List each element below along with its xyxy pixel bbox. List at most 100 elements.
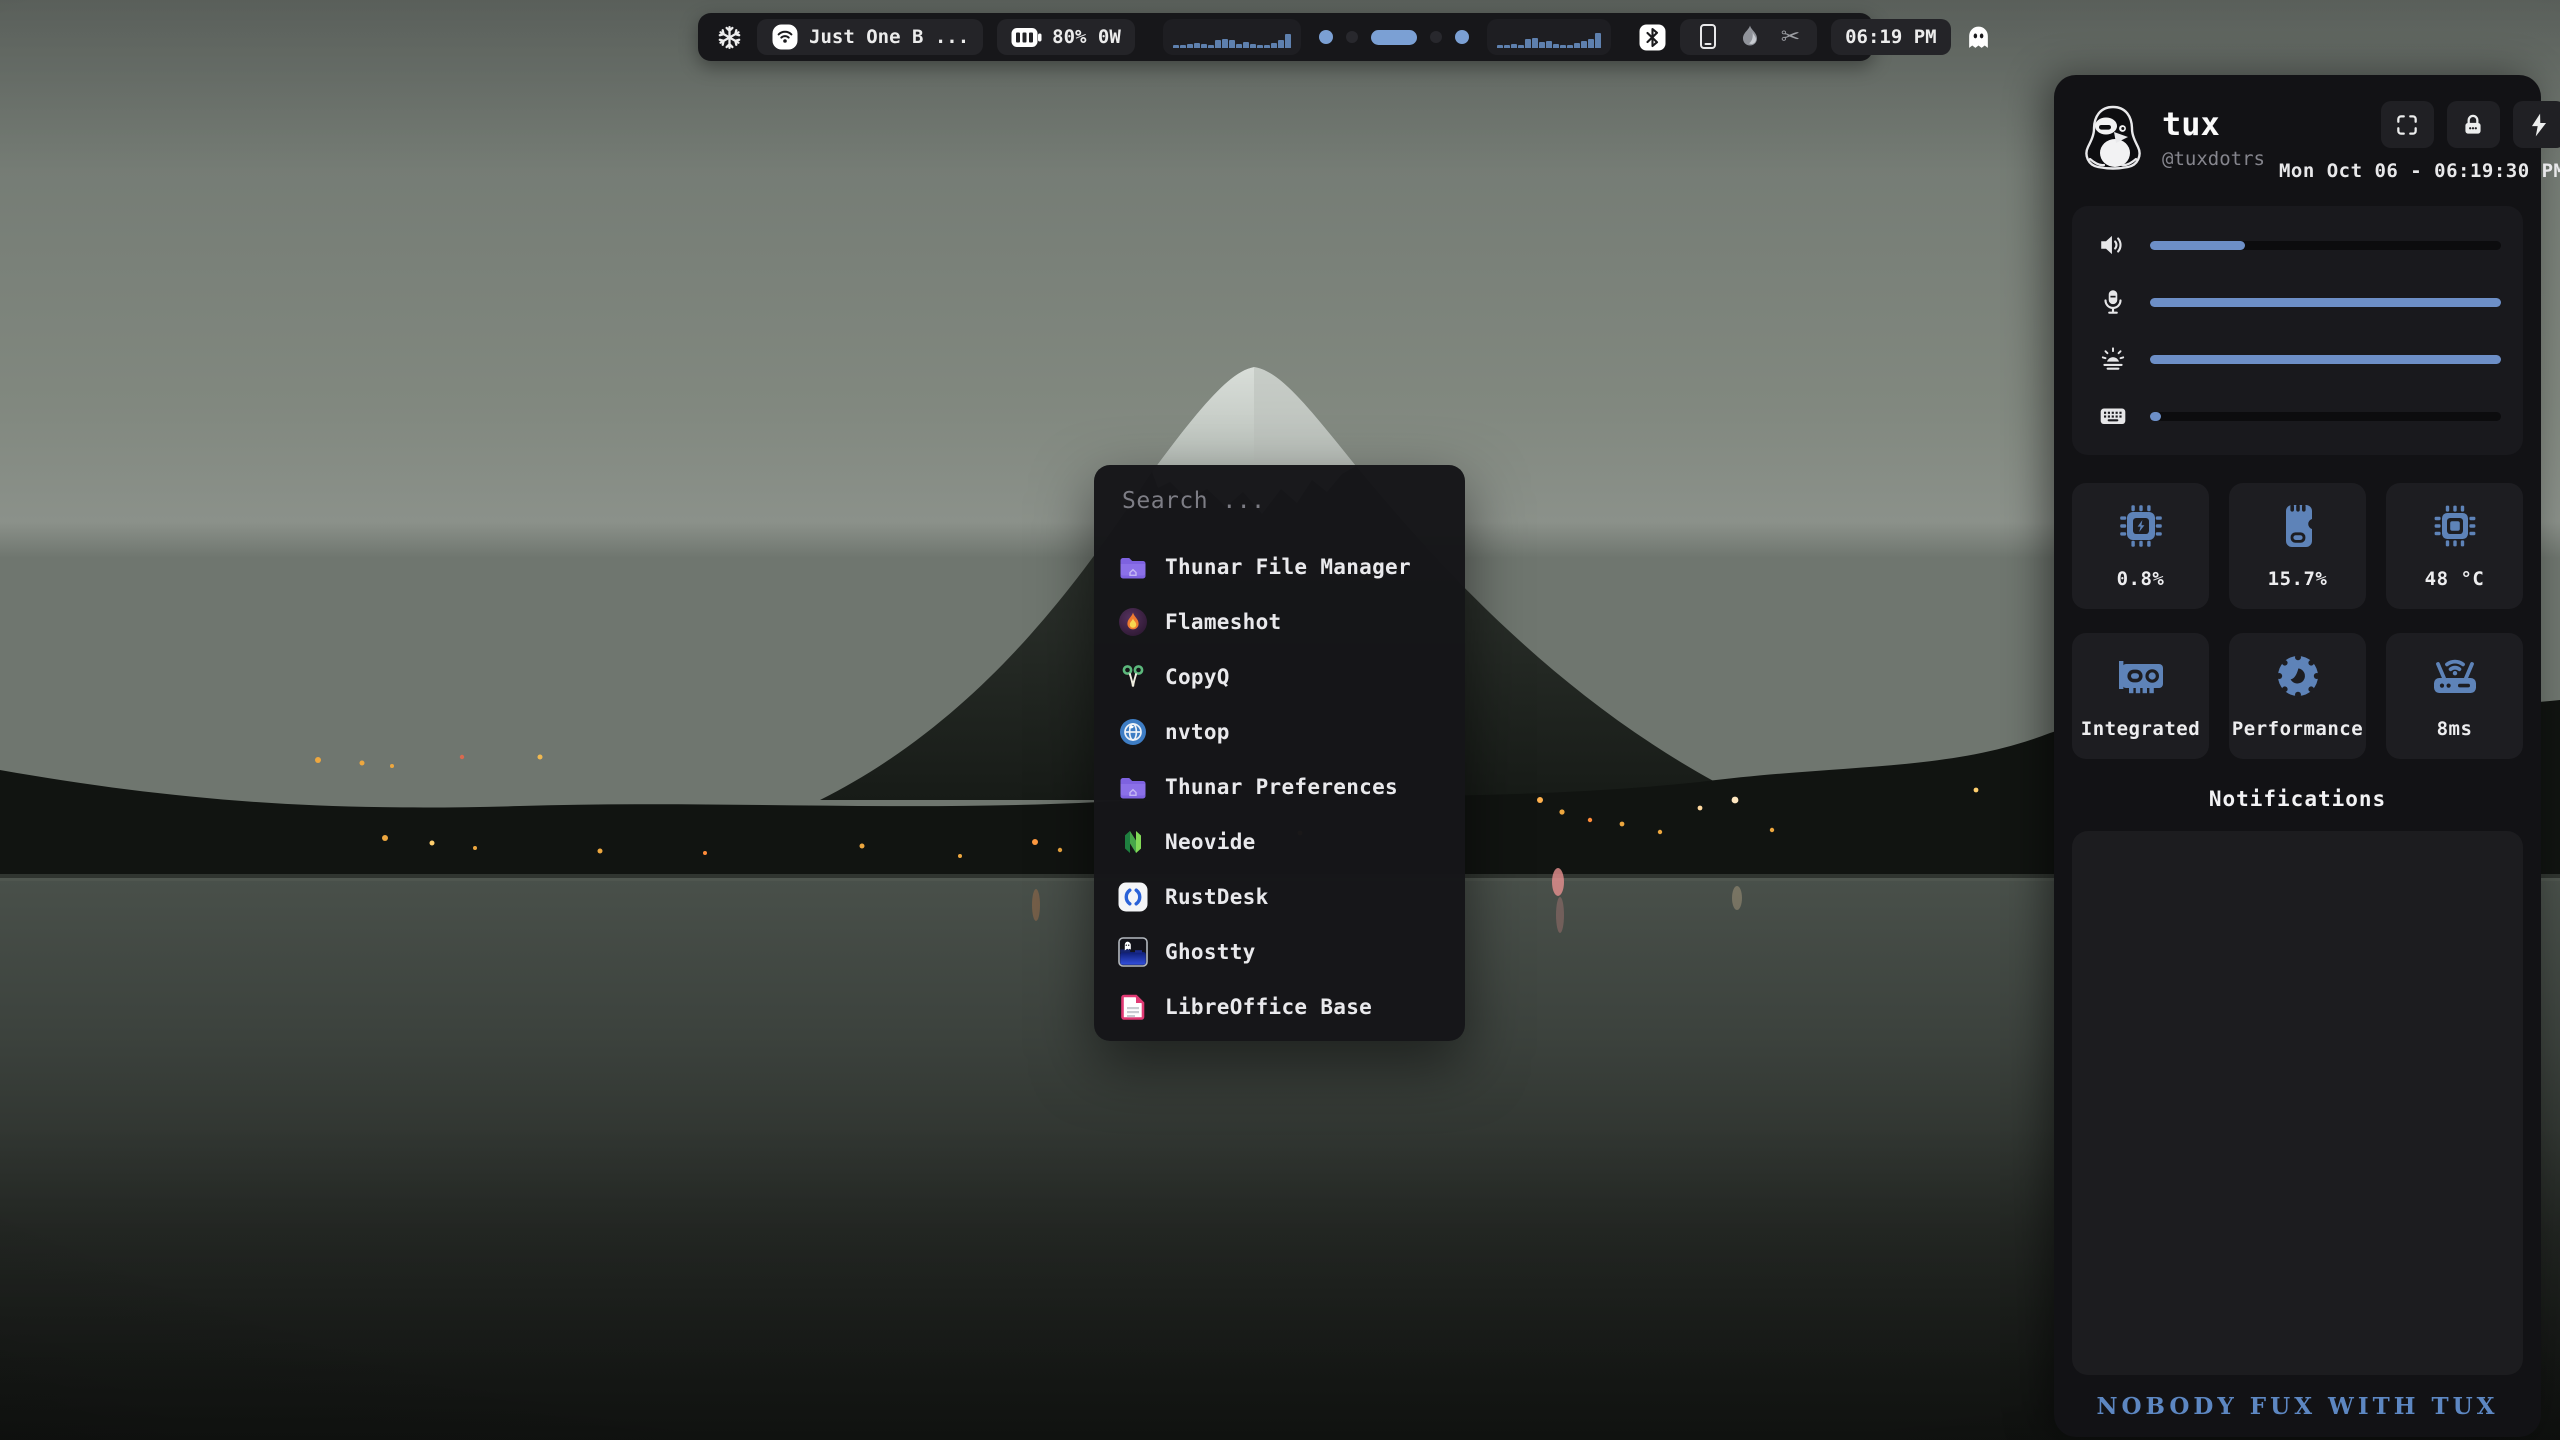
app-label: CopyQ [1165,665,1230,689]
keyboard-icon [2094,401,2132,431]
lock-button[interactable] [2447,101,2500,148]
app-item-thunar-preferences[interactable]: Thunar Preferences [1118,759,1441,814]
gpu-mode-tile[interactable]: Integrated [2072,633,2209,759]
footer-motto: NOBODY FUX WITH TUX [2096,1393,2498,1420]
visualizer-bar [1236,44,1242,48]
visualizer-bar [1264,45,1270,48]
app-item-thunar-file-manager[interactable]: Thunar File Manager [1118,539,1441,594]
sliders-panel [2072,206,2523,455]
visualizer-bar [1285,34,1291,48]
app-item-libreoffice-base[interactable]: LibreOffice Base [1118,979,1441,1034]
ghostty-icon [1118,937,1148,967]
brightness-slider[interactable] [2150,355,2501,364]
power-profile-tile[interactable]: Performance [2229,633,2366,759]
battery-widget[interactable]: 80% 0W [997,19,1135,55]
volume-slider-row [2094,230,2501,260]
memory-usage-value: 15.7% [2268,568,2328,590]
media-player-widget[interactable]: Just One B ... [757,19,983,55]
visualizer-bar [1215,40,1221,48]
user-name: tux [2162,107,2265,142]
visualizer-bar [1525,39,1531,48]
visualizer-bar [1560,45,1566,48]
nix-snowflake-icon[interactable] [716,24,743,51]
copyq-icon [1118,662,1148,692]
app-item-copyq[interactable]: CopyQ [1118,649,1441,704]
cpu-temp-value: 48 °C [2425,568,2485,590]
flameshot-icon [1118,607,1148,637]
keyboard-backlight-slider[interactable] [2150,412,2501,421]
visualizer-bar [1518,45,1524,48]
cpu-icon [2117,502,2165,554]
workspace-1-occupied[interactable] [1319,30,1333,44]
visualizer-bar [1222,39,1228,48]
router-icon [2429,652,2481,704]
system-tray: ✂ [1680,19,1817,55]
app-label: Thunar File Manager [1165,555,1411,579]
flameshot-tray-icon[interactable] [1738,24,1762,50]
visualizer-bar [1243,42,1249,48]
volume-slider[interactable] [2150,241,2501,250]
workspace-4-empty[interactable] [1430,31,1442,43]
search-bar [1094,465,1465,529]
gauge-icon [2274,652,2322,704]
audio-visualizer-right [1487,19,1611,55]
bluetooth-icon[interactable] [1639,24,1666,51]
ram-icon [2274,502,2322,554]
app-label: Thunar Preferences [1165,775,1398,799]
visualizer-bar [1539,42,1545,48]
cpu-usage-value: 0.8% [2117,568,2165,590]
control-panel: tux @tuxdotrs [2054,75,2541,1437]
app-item-nvtop[interactable]: nvtop [1118,704,1441,759]
brightness-slider-row [2094,344,2501,374]
workspace-5-occupied[interactable] [1455,30,1469,44]
visualizer-bar [1595,33,1601,48]
workspace-2-empty[interactable] [1346,31,1358,43]
microphone-slider[interactable] [2150,298,2501,307]
app-label: nvtop [1165,720,1230,744]
rustdesk-icon [1118,882,1148,912]
visualizer-bar [1511,44,1517,48]
power-profile-value: Performance [2232,718,2363,740]
visualizer-bar [1187,44,1193,48]
music-cast-icon [771,23,799,51]
power-button[interactable] [2513,101,2560,148]
notifications-title: Notifications [2054,787,2541,811]
search-input[interactable] [1120,487,1443,515]
visualizer-bar [1173,45,1179,48]
visualizer-bar [1546,41,1552,48]
visualizer-bar [1180,45,1186,48]
visualizer-bar [1208,45,1214,48]
visualizer-bar [1504,45,1510,48]
battery-status: 80% 0W [1052,26,1121,48]
keyboard-backlight-slider-row [2094,401,2501,431]
app-item-rustdesk[interactable]: RustDesk [1118,869,1441,924]
copyq-tray-icon[interactable]: ✂ [1781,26,1800,49]
app-item-flameshot[interactable]: Flameshot [1118,594,1441,649]
screenshot-button[interactable] [2381,101,2434,148]
visualizer-bar [1194,43,1200,48]
gpu-icon [2115,652,2167,704]
sidebar-footer: NOBODY FUX WITH TUX [2054,1375,2541,1437]
workspace-3-active[interactable] [1371,30,1417,45]
battery-icon [1011,27,1042,48]
thunar-icon [1118,772,1148,802]
app-label: Flameshot [1165,610,1282,634]
app-item-neovide[interactable]: Neovide [1118,814,1441,869]
cpu-usage-tile: 0.8% [2072,483,2209,609]
network-ping-value: 8ms [2437,718,2473,740]
app-launcher: Thunar File Manager Flameshot [1094,465,1465,1041]
user-handle: @tuxdotrs [2162,148,2265,170]
visualizer-bar [1271,43,1277,48]
visualizer-bar [1588,39,1594,48]
visualizer-bar [1567,45,1573,48]
visualizer-bar [1257,45,1263,48]
audio-visualizer-left [1163,19,1301,55]
visualizer-bar [1532,38,1538,48]
clock-widget[interactable]: 06:19 PM [1831,19,1951,55]
phone-tray-icon[interactable] [1697,23,1719,51]
app-list: Thunar File Manager Flameshot [1094,529,1465,1041]
ghost-icon[interactable] [1965,24,1992,51]
app-item-ghostty[interactable]: Ghostty [1118,924,1441,979]
user-info: tux @tuxdotrs [2162,101,2265,170]
visualizer-bar [1201,44,1207,48]
